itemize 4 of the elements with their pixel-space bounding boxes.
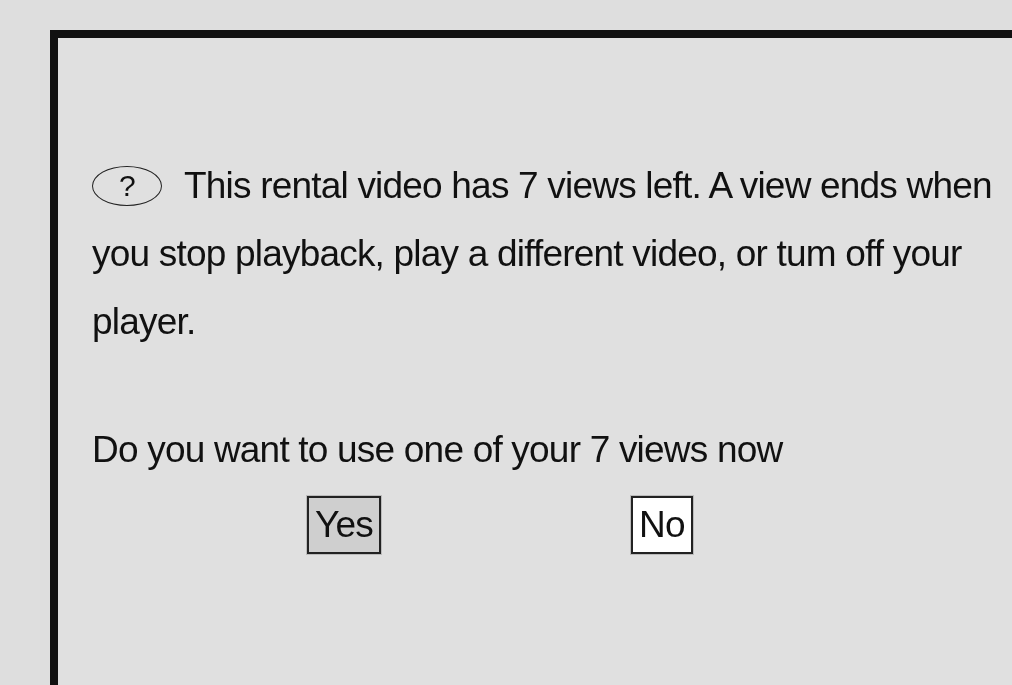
- question-text: Do you want to use one of your 7 views now: [92, 428, 785, 472]
- no-button[interactable]: No: [630, 496, 693, 554]
- yes-button[interactable]: Yes: [307, 496, 381, 554]
- message-text: ? This rental video has 7 views left. A view ends when you stop playback, play a different video, or tum off your player.: [92, 164, 993, 344]
